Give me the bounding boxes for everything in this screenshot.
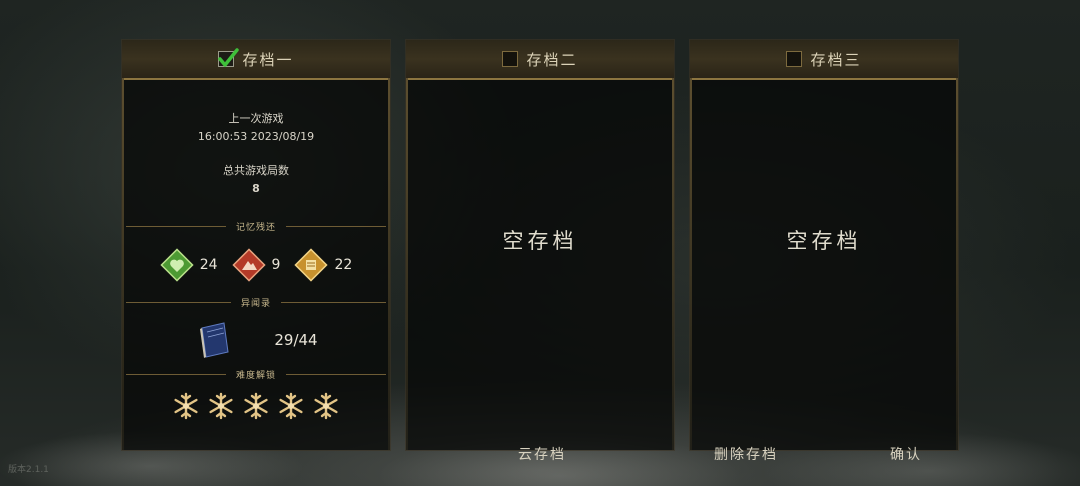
save-slot-2[interactable]: 存档二 空存档 xyxy=(406,40,674,450)
memory-item-green: 24 xyxy=(160,248,218,282)
checkmark-icon xyxy=(218,48,240,67)
save-slot-3[interactable]: 存档三 空存档 xyxy=(690,40,958,450)
snowflake-icon xyxy=(174,392,198,420)
delete-save-button[interactable]: 删除存档 xyxy=(714,444,778,464)
memory-items: 24 9 22 xyxy=(122,248,390,282)
snowflake-icon xyxy=(279,392,303,420)
memory-green-count: 24 xyxy=(199,257,218,273)
slot-1-title: 存档一 xyxy=(242,50,294,69)
save-slot-1[interactable]: 存档一 上一次游戏 16:00:53 2023/08/19 总共游戏局数 8 记… xyxy=(122,40,390,450)
total-games-label: 总共游戏局数 xyxy=(223,164,289,177)
difficulty-section-title: 难度解锁 xyxy=(122,367,390,381)
last-play-time: 16:00:53 2023/08/19 xyxy=(197,130,315,143)
memory-gold-count: 22 xyxy=(334,257,353,273)
slot-2-title: 存档二 xyxy=(526,50,578,69)
record-count: 29/44 xyxy=(274,331,318,349)
memory-section-title: 记忆残还 xyxy=(122,219,390,233)
snowflake-icon xyxy=(209,392,233,420)
snowflake-icon xyxy=(314,392,338,420)
difficulty-row xyxy=(122,391,390,421)
version-label: 版本2.1.1 xyxy=(8,465,49,475)
cloud-save-button[interactable]: 云存档 xyxy=(518,444,566,464)
slot-1-header[interactable]: 存档一 xyxy=(122,40,390,80)
gold-scroll-gem-icon xyxy=(294,248,329,282)
slot-3-empty-label: 空存档 xyxy=(786,229,862,253)
red-mountain-gem-icon xyxy=(231,248,266,282)
record-row: 29/44 xyxy=(122,320,390,360)
slot-2-empty-label: 空存档 xyxy=(502,229,578,253)
slot-1-checkbox[interactable] xyxy=(218,48,240,67)
slot-3-checkbox[interactable] xyxy=(786,51,803,67)
total-games-count: 8 xyxy=(252,182,260,195)
confirm-button[interactable]: 确认 xyxy=(890,444,922,464)
slot-3-title: 存档三 xyxy=(810,50,862,69)
book-icon xyxy=(200,322,229,358)
slot-3-header[interactable]: 存档三 xyxy=(690,40,958,80)
last-play-label: 上一次游戏 xyxy=(228,112,284,125)
memory-item-gold: 22 xyxy=(294,248,352,282)
slot-2-header[interactable]: 存档二 xyxy=(406,40,674,80)
memory-item-red: 9 xyxy=(231,248,281,282)
snowflake-icon xyxy=(244,392,268,420)
record-section-title: 异闻录 xyxy=(122,295,390,309)
green-heart-gem-icon xyxy=(160,248,194,282)
slot-2-checkbox[interactable] xyxy=(502,51,519,67)
memory-red-count: 9 xyxy=(271,257,281,273)
